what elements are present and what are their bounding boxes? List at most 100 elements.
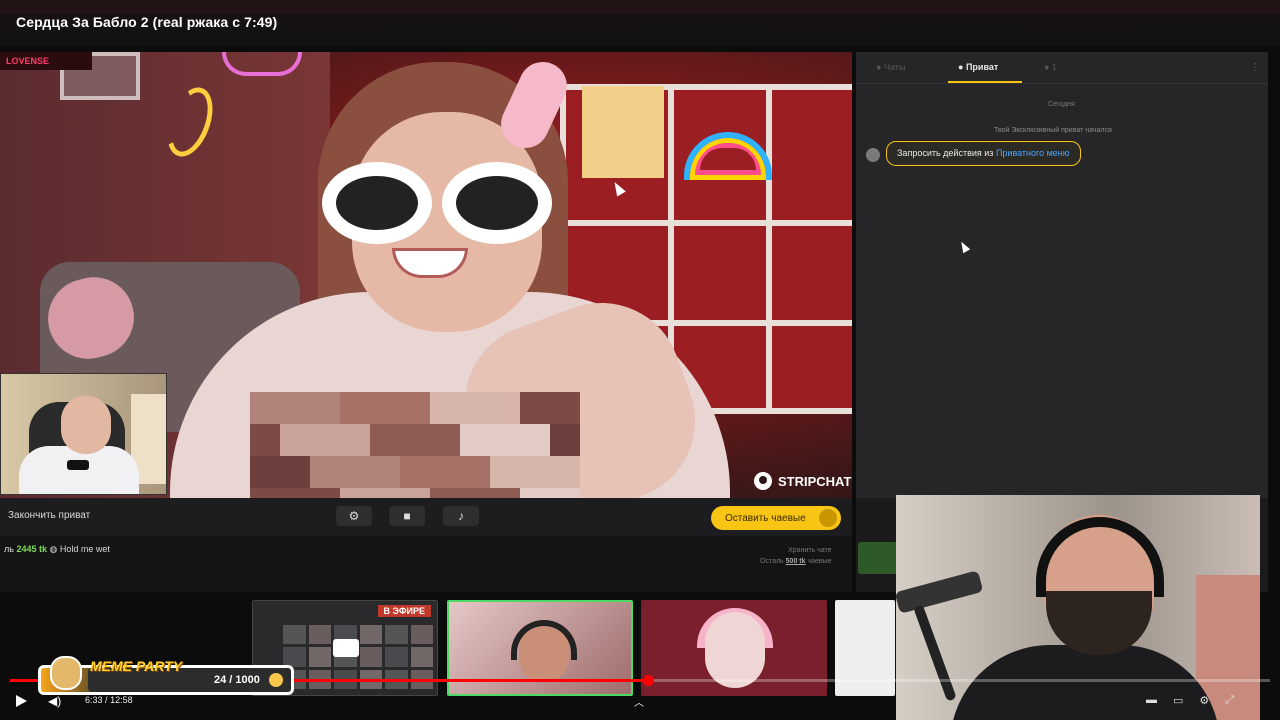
volume-icon[interactable]: ◀) xyxy=(48,694,64,708)
mosaic-tile xyxy=(490,424,520,456)
chat-send-button[interactable] xyxy=(858,542,898,574)
autoplay-toggle-icon[interactable]: ▬ xyxy=(1146,694,1157,707)
video-title: Сердца За Бабло 2 (real ржака с 7:49) xyxy=(16,14,278,30)
mosaic-tile xyxy=(310,456,340,488)
camera-grid-cell xyxy=(308,625,331,645)
stripchat-logo-icon xyxy=(754,472,772,490)
mosaic-tile xyxy=(370,392,400,424)
tip-amount: 2445 tk xyxy=(16,544,47,554)
mosaic-tile xyxy=(460,424,490,456)
lovense-badge: LOVENSE xyxy=(0,52,92,70)
anime-character xyxy=(705,612,765,688)
mosaic-tile xyxy=(460,392,490,424)
meme-party-count: 24 / 1000 xyxy=(214,674,260,686)
sunglasses-lens xyxy=(442,162,552,244)
headphones-icon xyxy=(511,620,577,660)
chevron-up-icon[interactable]: ︿ xyxy=(634,694,644,709)
tip-status-amount[interactable]: 500 tk xyxy=(786,558,806,565)
mosaic-tile xyxy=(280,424,310,456)
progress-scrubber[interactable] xyxy=(643,675,654,686)
private-menu-link[interactable]: Приватного меню xyxy=(996,148,1070,158)
end-private-button[interactable]: Закончить приват xyxy=(4,506,94,525)
time-display: 6:33 / 12:58 xyxy=(85,695,133,705)
camera-grid-cell xyxy=(283,647,306,667)
mosaic-tile xyxy=(490,488,520,498)
more-options-icon[interactable]: ⋮ xyxy=(1250,62,1260,73)
lightning-lamp xyxy=(582,86,664,178)
stripchat-watermark: STRIPCHAT xyxy=(754,472,851,490)
chat-bubble-icon: ● xyxy=(876,62,882,72)
mosaic-tile xyxy=(250,424,280,456)
mosaic-tile xyxy=(250,488,280,498)
tip-text: Hold me wet xyxy=(59,544,110,554)
mosaic-tile xyxy=(250,392,280,424)
shelf-divider xyxy=(766,84,772,414)
mosaic-tile xyxy=(370,456,400,488)
tab-private[interactable]: ● Приват xyxy=(958,62,998,72)
mosaic-tile xyxy=(400,456,430,488)
tip-feed xyxy=(0,536,852,592)
heart-icon: ◍ xyxy=(49,544,58,554)
sunglasses-lens xyxy=(322,162,432,244)
camera-grid-cell xyxy=(410,647,433,667)
tip-status-suffix: чаевые xyxy=(807,558,832,565)
mosaic-tile xyxy=(370,424,400,456)
streamer-guest-webcam xyxy=(0,373,167,495)
mosaic-tile xyxy=(280,488,310,498)
play-icon[interactable] xyxy=(16,695,27,707)
settings-gear-icon[interactable]: ⚙ xyxy=(336,506,372,526)
tab-private-label: Приват xyxy=(965,62,999,72)
time-total: 12:58 xyxy=(110,695,133,705)
mosaic-tile xyxy=(340,488,370,498)
settings-icon[interactable]: ⚙ xyxy=(1199,694,1209,707)
tip-status-line2: Осталь 500 tk чаевые xyxy=(760,556,832,567)
mosaic-tile xyxy=(490,392,520,424)
mosaic-tile xyxy=(490,456,520,488)
bow-tie xyxy=(67,460,89,470)
tab-chats-label: Чаты xyxy=(883,62,906,72)
mosaic-tile xyxy=(520,392,550,424)
tip-button[interactable]: Оставить чаевые xyxy=(711,506,841,530)
mosaic-tile xyxy=(520,488,550,498)
mosaic-tile xyxy=(310,488,340,498)
mosaic-tile xyxy=(430,488,460,498)
private-chat-icon: ● xyxy=(958,62,964,72)
tip-status-note: Хранить чате Осталь 500 tk чаевые xyxy=(760,545,832,567)
avatar xyxy=(866,148,880,162)
tab-users[interactable]: ● 1 xyxy=(1044,62,1057,72)
tab-users-count: 1 xyxy=(1051,62,1057,72)
stripchat-header-ghost xyxy=(0,0,1280,14)
mosaic-tile xyxy=(550,424,580,456)
cat-neon-sign xyxy=(222,52,302,76)
video-camera-icon xyxy=(333,639,359,657)
camera-grid-cell xyxy=(308,647,331,667)
video-frame: Сердца За Бабло 2 (real ржака с 7:49) LO… xyxy=(0,0,1280,720)
mosaic-tile xyxy=(280,456,310,488)
player-right-controls: ▬ ▭ ⚙ ⤢ xyxy=(1146,694,1234,707)
microphone-icon[interactable]: ♪ xyxy=(443,506,479,526)
watermark-text: STRIPCHAT xyxy=(778,473,852,489)
mosaic-tile xyxy=(400,488,430,498)
mosaic-tile xyxy=(550,488,580,498)
mosaic-tile xyxy=(310,392,340,424)
mosaic-tile xyxy=(460,456,490,488)
private-menu-request[interactable]: Запросить действия из Приватного меню xyxy=(886,141,1081,166)
fullscreen-icon[interactable]: ⤢ xyxy=(1225,694,1234,707)
request-text: Запросить действия из xyxy=(897,148,994,158)
chat-tabs: ● Чаты ● Приват ● 1 xyxy=(856,56,1268,84)
streamer-webcam xyxy=(896,495,1260,720)
camera-icon[interactable]: ■ xyxy=(389,506,425,526)
chat-system-message: Твой Эксклюзивный приват начался xyxy=(994,127,1112,134)
tab-chats[interactable]: ● Чаты xyxy=(876,62,905,72)
mosaic-tile xyxy=(460,488,490,498)
mosaic-tile xyxy=(310,424,340,456)
camera-grid-cell xyxy=(283,625,306,645)
camera-grid-cell xyxy=(410,625,433,645)
camera-grid-cell xyxy=(359,647,382,667)
meme-sunglasses xyxy=(322,162,554,246)
doge-icon xyxy=(50,656,82,690)
mosaic-tile xyxy=(430,392,460,424)
subtitles-icon[interactable]: ▭ xyxy=(1173,694,1183,707)
mosaic-tile xyxy=(370,488,400,498)
mosaic-tile xyxy=(430,424,460,456)
